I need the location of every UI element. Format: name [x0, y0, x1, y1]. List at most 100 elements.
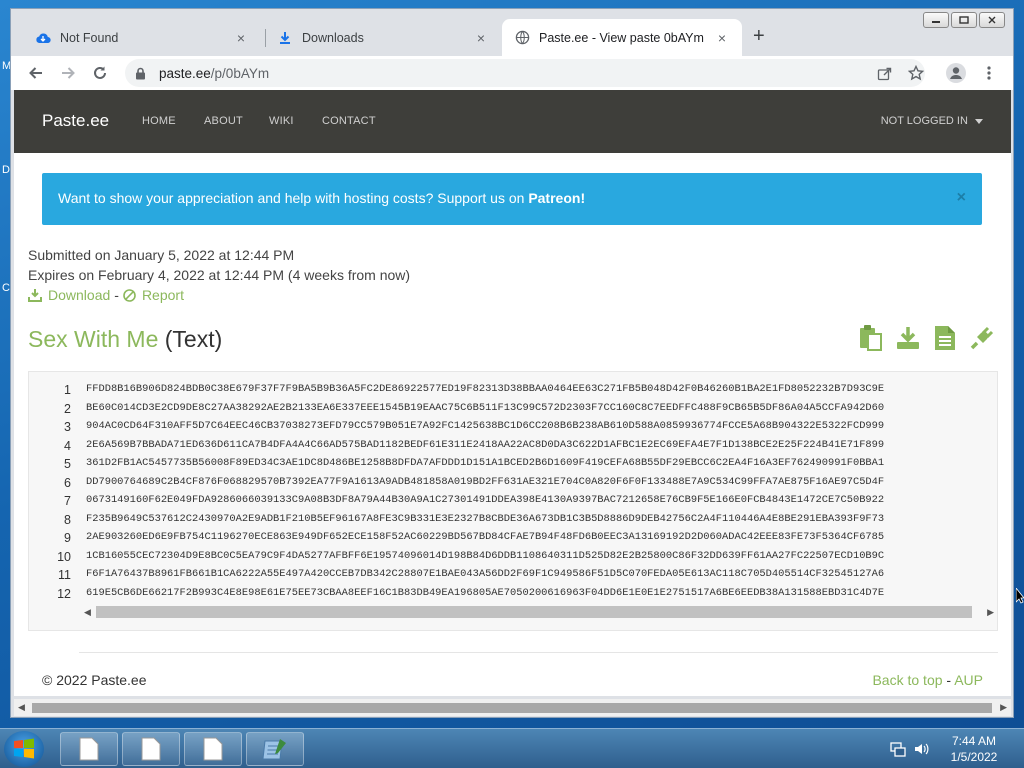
download-link[interactable]: Download	[48, 287, 110, 303]
line-number: 6	[64, 475, 71, 490]
code-line: 4 2E6A569B7BBADA71ED636D611CA7B4DFA4A4C66…	[29, 439, 884, 458]
address-bar[interactable]: paste.ee/p/0bAYm	[125, 59, 925, 87]
line-text: 0673149160F62E049FDA9286066039133C9A08B3…	[86, 494, 885, 506]
line-text: BE60C014CD3E2CD9DE8C27AA38292AE2B2133EA6…	[86, 401, 885, 414]
profile-avatar-icon[interactable]	[945, 62, 967, 84]
code-line: 8 F235B9649C537612C2430970A2E9ADB1F210B5E…	[29, 513, 884, 532]
line-text: F6F1A76437B8961FB661B1CA6222A55E497A420C…	[86, 568, 885, 580]
bookmark-star-icon[interactable]	[905, 62, 927, 84]
paste-content: 1 FFDD8B16B906D824BDB0C38E679F37F7F9BA5B9…	[28, 371, 998, 631]
scroll-right-arrow-icon[interactable]: ▶	[987, 607, 994, 618]
report-link[interactable]: Report	[142, 287, 184, 303]
patreon-link[interactable]: Patreon	[528, 190, 580, 206]
nav-home[interactable]: HOME	[142, 115, 176, 127]
nav-about[interactable]: ABOUT	[204, 115, 243, 127]
line-number: 10	[57, 549, 71, 564]
line-text: DD7900764689C2B4CF876F068829570B7392EA77…	[86, 475, 885, 488]
scroll-thumb[interactable]	[32, 703, 992, 713]
line-number: 2	[64, 401, 71, 416]
close-window-icon[interactable]	[979, 12, 1005, 28]
back-arrow-icon[interactable]	[24, 61, 48, 85]
scroll-left-arrow-icon[interactable]: ◀	[84, 607, 91, 618]
mouse-cursor-icon	[1015, 586, 1024, 609]
code-line: 3 904AC0CD64F310AFF5D7C64EEC46CB37038273E…	[29, 420, 884, 439]
lock-icon	[135, 67, 151, 80]
line-number: 1	[64, 383, 71, 397]
alert-message: Want to show your appreciation and help …	[58, 190, 585, 206]
line-number: 12	[57, 586, 71, 601]
alert-suffix: !	[580, 190, 586, 206]
close-tab-icon[interactable]: ×	[714, 30, 730, 46]
site-brand[interactable]: Paste.ee	[42, 111, 109, 131]
taskbar-app-notepad[interactable]	[246, 732, 304, 766]
raw-file-icon[interactable]	[932, 324, 958, 352]
paste-name: Sex With Me	[28, 326, 159, 352]
report-ban-icon	[123, 288, 136, 302]
line-text: 1CB16055CEC72304D9E8BC0C5EA79C9F4DA5277A…	[86, 549, 885, 562]
back-to-top-link[interactable]: Back to top	[872, 672, 942, 688]
network-icon[interactable]	[890, 741, 906, 760]
close-tab-icon[interactable]: ×	[473, 30, 489, 46]
alert-text: Want to show your appreciation and help …	[58, 190, 529, 206]
page-viewport: Paste.ee HOME ABOUT WIKI CONTACT NOT LOG…	[14, 90, 1011, 696]
notepad-icon	[262, 739, 286, 760]
minimize-icon[interactable]	[923, 12, 949, 28]
site-navbar: Paste.ee HOME ABOUT WIKI CONTACT NOT LOG…	[14, 90, 1011, 153]
window-controls	[923, 12, 1005, 28]
code-horizontal-scrollbar[interactable]: ◀ ▶	[84, 604, 994, 620]
globe-icon	[514, 30, 530, 46]
line-text: FFDD8B16B906D824BDB0C38E679F37F7F9BA5B9B…	[86, 383, 885, 395]
embed-plug-icon[interactable]	[969, 324, 995, 352]
share-icon[interactable]	[873, 62, 895, 84]
footer-divider	[79, 652, 998, 653]
aup-link[interactable]: AUP	[954, 672, 983, 688]
system-clock[interactable]: 7:44 AM 1/5/2022	[940, 733, 1008, 765]
new-tab-button[interactable]: +	[753, 26, 765, 46]
volume-icon[interactable]	[914, 741, 930, 760]
tab-downloads[interactable]: Downloads ×	[265, 19, 501, 56]
scroll-right-arrow-icon[interactable]: ▶	[1000, 702, 1007, 713]
line-number: 3	[64, 420, 71, 434]
tab-label: Not Found	[60, 30, 119, 45]
browser-window: Not Found × Downloads × Paste.ee - View …	[10, 8, 1014, 718]
footer-copyright: © 2022 Paste.ee	[42, 672, 147, 688]
close-alert-icon[interactable]: ×	[957, 189, 966, 207]
separator: -	[946, 672, 952, 688]
nav-contact[interactable]: CONTACT	[322, 115, 376, 127]
forward-arrow-icon[interactable]	[56, 61, 80, 85]
scroll-thumb[interactable]	[96, 606, 972, 618]
document-icon	[203, 737, 223, 761]
line-number: 11	[58, 568, 71, 582]
close-tab-icon[interactable]: ×	[233, 30, 249, 46]
taskbar: 7:44 AM 1/5/2022	[0, 728, 1024, 768]
document-icon	[79, 737, 99, 761]
menu-kebab-icon[interactable]	[978, 62, 1000, 84]
reload-icon[interactable]	[88, 61, 112, 85]
patreon-alert: Want to show your appreciation and help …	[42, 173, 982, 225]
user-menu-dropdown[interactable]: NOT LOGGED IN	[881, 115, 983, 127]
download-paste-icon[interactable]	[895, 324, 921, 352]
line-text: F235B9649C537612C2430970A2E9ADB1F210B5EF…	[86, 512, 885, 525]
page-horizontal-scrollbar[interactable]: ◀ ▶	[14, 699, 1011, 716]
tab-label: Paste.ee - View paste 0bAYm	[539, 30, 704, 45]
tab-paste-ee[interactable]: Paste.ee - View paste 0bAYm ×	[502, 19, 742, 56]
user-menu-label: NOT LOGGED IN	[880, 115, 968, 127]
scroll-left-arrow-icon[interactable]: ◀	[18, 702, 25, 713]
footer-links: Back to top - AUP	[872, 672, 983, 688]
windows-logo-icon	[14, 738, 34, 759]
separator: -	[114, 287, 119, 303]
tab-not-found[interactable]: Not Found ×	[23, 19, 261, 56]
paste-title: Sex With Me (Text)	[28, 326, 222, 353]
browser-toolbar: paste.ee/p/0bAYm	[11, 56, 1013, 90]
line-text: 619E5CB6DE66217F2B993C4E8E98E61E75EE73CB…	[86, 586, 885, 599]
desktop-label-fragment: D	[2, 164, 10, 176]
taskbar-app-document[interactable]	[122, 732, 180, 766]
maximize-icon[interactable]	[951, 12, 977, 28]
nav-wiki[interactable]: WIKI	[269, 115, 294, 127]
taskbar-app-document[interactable]	[60, 732, 118, 766]
paste-toolbar	[858, 324, 995, 352]
code-line: 1 FFDD8B16B906D824BDB0C38E679F37F7F9BA5B9…	[29, 383, 884, 402]
start-button[interactable]	[4, 731, 44, 767]
copy-clipboard-icon[interactable]	[858, 324, 884, 352]
taskbar-app-document[interactable]	[184, 732, 242, 766]
